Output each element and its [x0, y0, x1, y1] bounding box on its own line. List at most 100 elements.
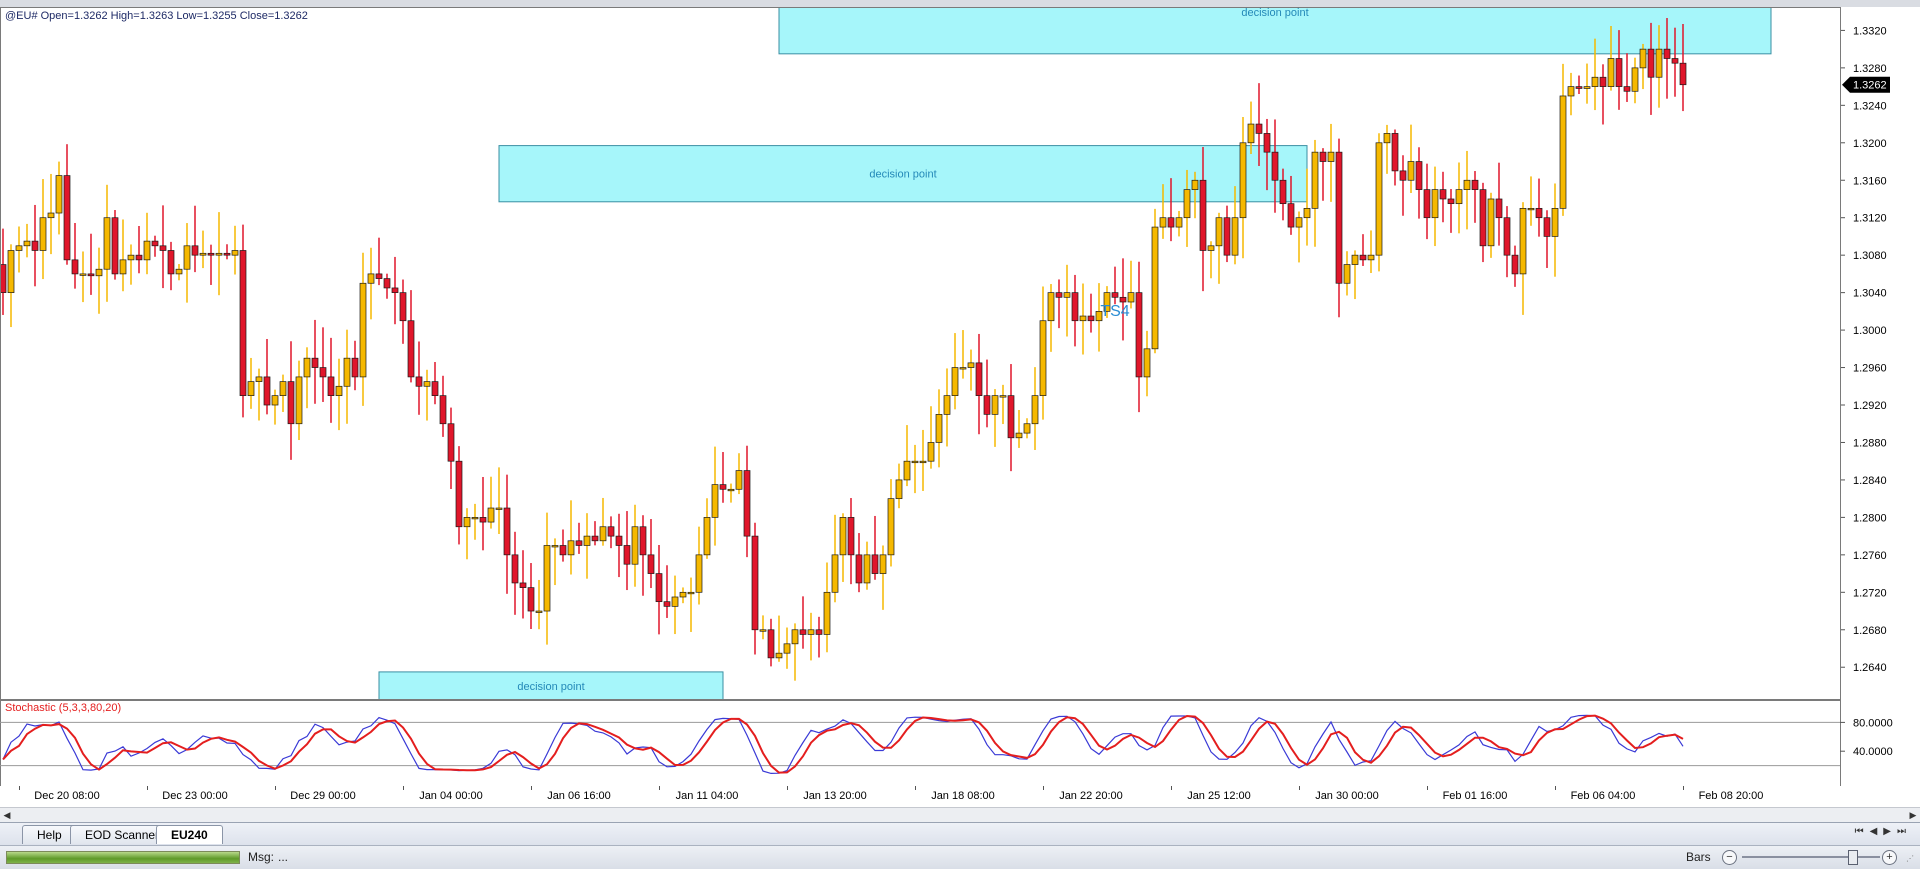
price-tick-label: 1.3120	[1853, 213, 1887, 225]
candle	[807, 612, 815, 661]
time-tick	[659, 786, 660, 790]
candle-body	[1255, 123, 1263, 134]
candle-body	[943, 395, 951, 415]
candle-body	[1447, 198, 1455, 205]
candle	[63, 144, 71, 265]
tab-navigation-icon[interactable]: ⏮◀▶⏭	[1855, 826, 1912, 837]
candle-body	[343, 357, 351, 387]
candle-body	[271, 395, 279, 406]
time-tick-label: Jan 18 08:00	[931, 790, 995, 802]
price-tick-label: 1.2640	[1853, 662, 1887, 674]
time-tick-label: Jan 13 20:00	[803, 790, 867, 802]
candle-body	[399, 292, 407, 322]
candle-body	[1151, 226, 1159, 350]
price-tick-label: 1.3000	[1853, 325, 1887, 337]
candle	[671, 575, 679, 635]
osc-tick-label: 80.0000	[1853, 717, 1893, 729]
time-tick-label: Jan 06 16:00	[547, 790, 611, 802]
candle	[1423, 163, 1431, 240]
candle-body	[719, 484, 727, 490]
candle	[1359, 234, 1367, 266]
candle	[1559, 63, 1567, 216]
candle-body	[463, 517, 471, 528]
stochastic-panel[interactable]: Stochastic (5,3,3,80,20) 80.0000 40.0000	[0, 700, 1920, 787]
horizontal-scrollbar[interactable]: ◀ ▶	[0, 807, 1920, 822]
candle	[767, 618, 775, 667]
candle	[287, 341, 295, 460]
candle	[511, 531, 519, 615]
candle	[927, 406, 935, 469]
tab-eu240[interactable]: EU240	[156, 825, 223, 844]
candle	[1623, 53, 1631, 102]
candle-body	[319, 367, 327, 378]
candle	[903, 425, 911, 487]
candle-body	[1367, 254, 1375, 261]
candle	[879, 545, 887, 610]
candle	[103, 184, 111, 302]
candle	[527, 563, 535, 629]
candle-body	[1551, 207, 1559, 237]
candle-body	[1359, 254, 1367, 261]
time-axis: Dec 20 08:00 Dec 23 00:00 Dec 29 00:00 Jan …	[0, 786, 1920, 808]
candle-body	[47, 212, 55, 219]
time-tick-label: Feb 06 04:00	[1570, 790, 1636, 802]
candle	[1055, 279, 1063, 329]
price-chart[interactable]: decision point decision point decision poi…	[0, 7, 1920, 700]
candle-body	[759, 629, 767, 632]
candle	[1599, 64, 1607, 125]
candle	[567, 500, 575, 575]
candle	[1407, 124, 1415, 193]
candle-body	[111, 217, 119, 275]
candle	[71, 222, 79, 289]
resize-grip-icon[interactable]: ⋰	[1906, 854, 1916, 864]
candle	[935, 389, 943, 468]
candle-body	[1159, 217, 1167, 228]
candle	[359, 252, 367, 406]
candle	[887, 479, 895, 567]
candle-body	[1471, 179, 1479, 190]
price-tick-label: 1.2880	[1853, 437, 1887, 449]
scroll-right-icon[interactable]: ▶	[1906, 808, 1920, 822]
candle-body	[1135, 292, 1143, 378]
candle-body	[1583, 86, 1591, 89]
candle	[319, 327, 327, 402]
candle-body	[1343, 264, 1351, 284]
tab-help[interactable]: Help	[22, 825, 77, 844]
scroll-left-icon[interactable]: ◀	[0, 808, 14, 822]
candle	[1471, 171, 1479, 223]
zoom-in-button[interactable]: +	[1882, 850, 1897, 865]
candle	[175, 264, 183, 281]
zoom-slider-thumb[interactable]	[1848, 850, 1858, 865]
candle-body	[1679, 62, 1687, 86]
candle-body	[1031, 395, 1039, 425]
candle-body	[479, 517, 487, 523]
price-tick-label: 1.2920	[1853, 400, 1887, 412]
candle	[967, 349, 975, 391]
candle-body	[687, 591, 695, 595]
zoom-slider-track[interactable]	[1742, 856, 1880, 858]
candle	[1223, 205, 1231, 263]
candle	[87, 233, 95, 295]
candle-body	[327, 376, 335, 396]
candle-body	[807, 629, 815, 635]
candle	[1175, 210, 1183, 237]
candle	[823, 562, 831, 653]
candle-body	[1559, 95, 1567, 209]
candle-body	[591, 535, 599, 542]
candle-body	[1479, 189, 1487, 247]
candle-body	[1647, 48, 1655, 78]
candle-body	[703, 517, 711, 556]
candle	[1527, 176, 1535, 226]
candle	[535, 579, 543, 630]
candle	[487, 476, 495, 529]
candle-body	[919, 460, 927, 464]
price-tick-label: 1.2680	[1853, 625, 1887, 637]
candle	[1023, 418, 1031, 439]
candle	[815, 616, 823, 658]
candle-body	[1375, 142, 1383, 256]
candle-body	[1423, 189, 1431, 219]
zoom-out-button[interactable]: −	[1722, 850, 1737, 865]
candle	[1335, 138, 1343, 318]
candle-body	[1431, 189, 1439, 219]
candle	[831, 514, 839, 603]
